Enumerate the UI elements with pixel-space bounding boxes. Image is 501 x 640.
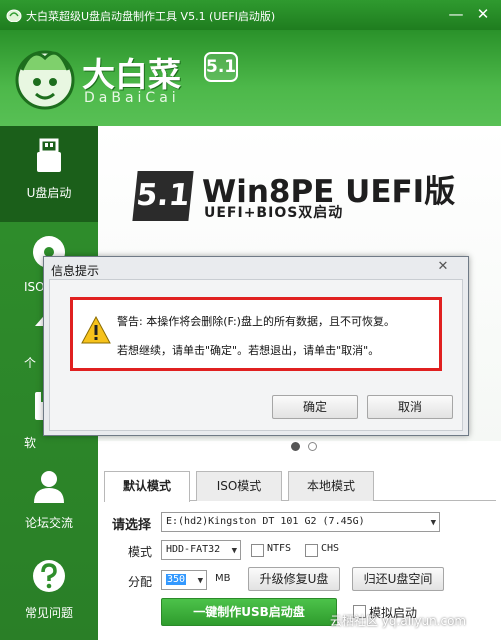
make-usb-boot-button[interactable]: 一键制作USB启动盘 [161, 598, 337, 626]
sidebar-item-label: ISO [24, 280, 45, 294]
watermark: 云栖社区 yq.aliyun.com [330, 614, 467, 628]
carousel-dot[interactable] [291, 442, 300, 451]
ntfs-label: NTFS [267, 543, 292, 554]
sidebar-item-label: 个 [24, 356, 37, 370]
carousel-dots [291, 440, 321, 454]
title-bar: 大白菜超级U盘启动盘制作工具 V5.1 (UEFI启动版) — ✕ [0, 0, 501, 30]
brand-version: 5.1 [204, 52, 238, 82]
brand-name: 大白菜 [82, 55, 181, 94]
user-icon [34, 471, 64, 503]
tab-default-mode[interactable]: 默认模式 [104, 471, 190, 502]
alloc-size-select[interactable]: 350 ▼ [161, 570, 207, 590]
brand-name-en: DaBaiCai [84, 90, 180, 106]
sidebar-item-label: 常见问题 [24, 606, 73, 620]
warning-icon [81, 316, 111, 344]
sidebar-item-forum[interactable]: 论坛交流 [0, 456, 98, 552]
dialog-title: 信息提示 [51, 264, 100, 278]
mode-tab-bar: 默认模式 ISO模式 本地模式 [104, 471, 496, 502]
question-icon [33, 560, 65, 592]
close-icon[interactable]: ✕ [432, 258, 454, 276]
chevron-down-icon: ▼ [430, 518, 436, 528]
device-select-label: 请选择 [112, 518, 152, 533]
sidebar-item-usb-boot[interactable]: U盘启动 [0, 126, 98, 222]
info-dialog: 信息提示 ✕ 警告: 本操作将会删除(F:)盘上的所有数据，且不可恢复。 若想继… [43, 256, 469, 436]
instruction-text: 若想继续，请单击"确定"。若想退出，请单击"取消"。 [117, 344, 380, 357]
restore-space-button[interactable]: 归还U盘空间 [352, 567, 444, 591]
device-select-value: E:(hd2)Kingston DT 101 G2 (7.45G) [166, 516, 365, 527]
ntfs-checkbox[interactable] [251, 544, 264, 557]
brand-header: 大白菜 5.1 DaBaiCai [0, 30, 501, 126]
upgrade-repair-button[interactable]: 升级修复U盘 [248, 567, 340, 591]
mode-select-value: HDD-FAT32 [166, 544, 221, 555]
ok-button[interactable]: 确定 [272, 395, 358, 419]
chevron-down-icon: ▼ [197, 576, 203, 586]
sidebar-item-faq[interactable]: 常见问题 [0, 546, 98, 640]
alloc-size-value: 350 [166, 574, 187, 585]
cabbage-logo-icon [15, 50, 75, 110]
dialog-body: 警告: 本操作将会删除(F:)盘上的所有数据，且不可恢复。 若想继续，请单击"确… [49, 279, 463, 431]
alloc-label: 分配 [128, 575, 153, 589]
minimize-button[interactable]: — [444, 4, 468, 24]
sidebar-item-label: U盘启动 [26, 186, 72, 200]
version-badge: 5.1 [132, 171, 194, 221]
tab-local-mode[interactable]: 本地模式 [288, 471, 374, 501]
app-window: 大白菜超级U盘启动盘制作工具 V5.1 (UEFI启动版) — ✕ 大白菜 5.… [0, 0, 501, 640]
carousel-dot[interactable] [307, 442, 317, 451]
tab-iso-mode[interactable]: ISO模式 [196, 471, 282, 501]
banner-subtitle: UEFI+BIOS双启动 [204, 205, 344, 221]
mode-select[interactable]: HDD-FAT32 ▼ [161, 540, 241, 560]
alloc-unit: MB [215, 573, 231, 584]
warning-text: 警告: 本操作将会删除(F:)盘上的所有数据，且不可恢复。 [117, 315, 395, 328]
close-button[interactable]: ✕ [471, 4, 495, 24]
chs-label: CHS [321, 543, 340, 554]
chs-checkbox[interactable] [305, 544, 318, 557]
usb-drive-icon [37, 138, 61, 172]
cancel-button[interactable]: 取消 [367, 395, 453, 419]
sidebar-item-label: 论坛交流 [24, 516, 73, 530]
cabbage-app-icon [6, 9, 22, 22]
device-select[interactable]: E:(hd2)Kingston DT 101 G2 (7.45G) ▼ [161, 512, 440, 532]
warning-message-box: 警告: 本操作将会删除(F:)盘上的所有数据，且不可恢复。 若想继续，请单击"确… [70, 297, 442, 371]
mode-label: 模式 [128, 545, 153, 559]
chevron-down-icon: ▼ [231, 546, 237, 556]
window-title: 大白菜超级U盘启动盘制作工具 V5.1 (UEFI启动版) [26, 10, 276, 23]
sidebar-item-label: 软 [24, 436, 37, 450]
